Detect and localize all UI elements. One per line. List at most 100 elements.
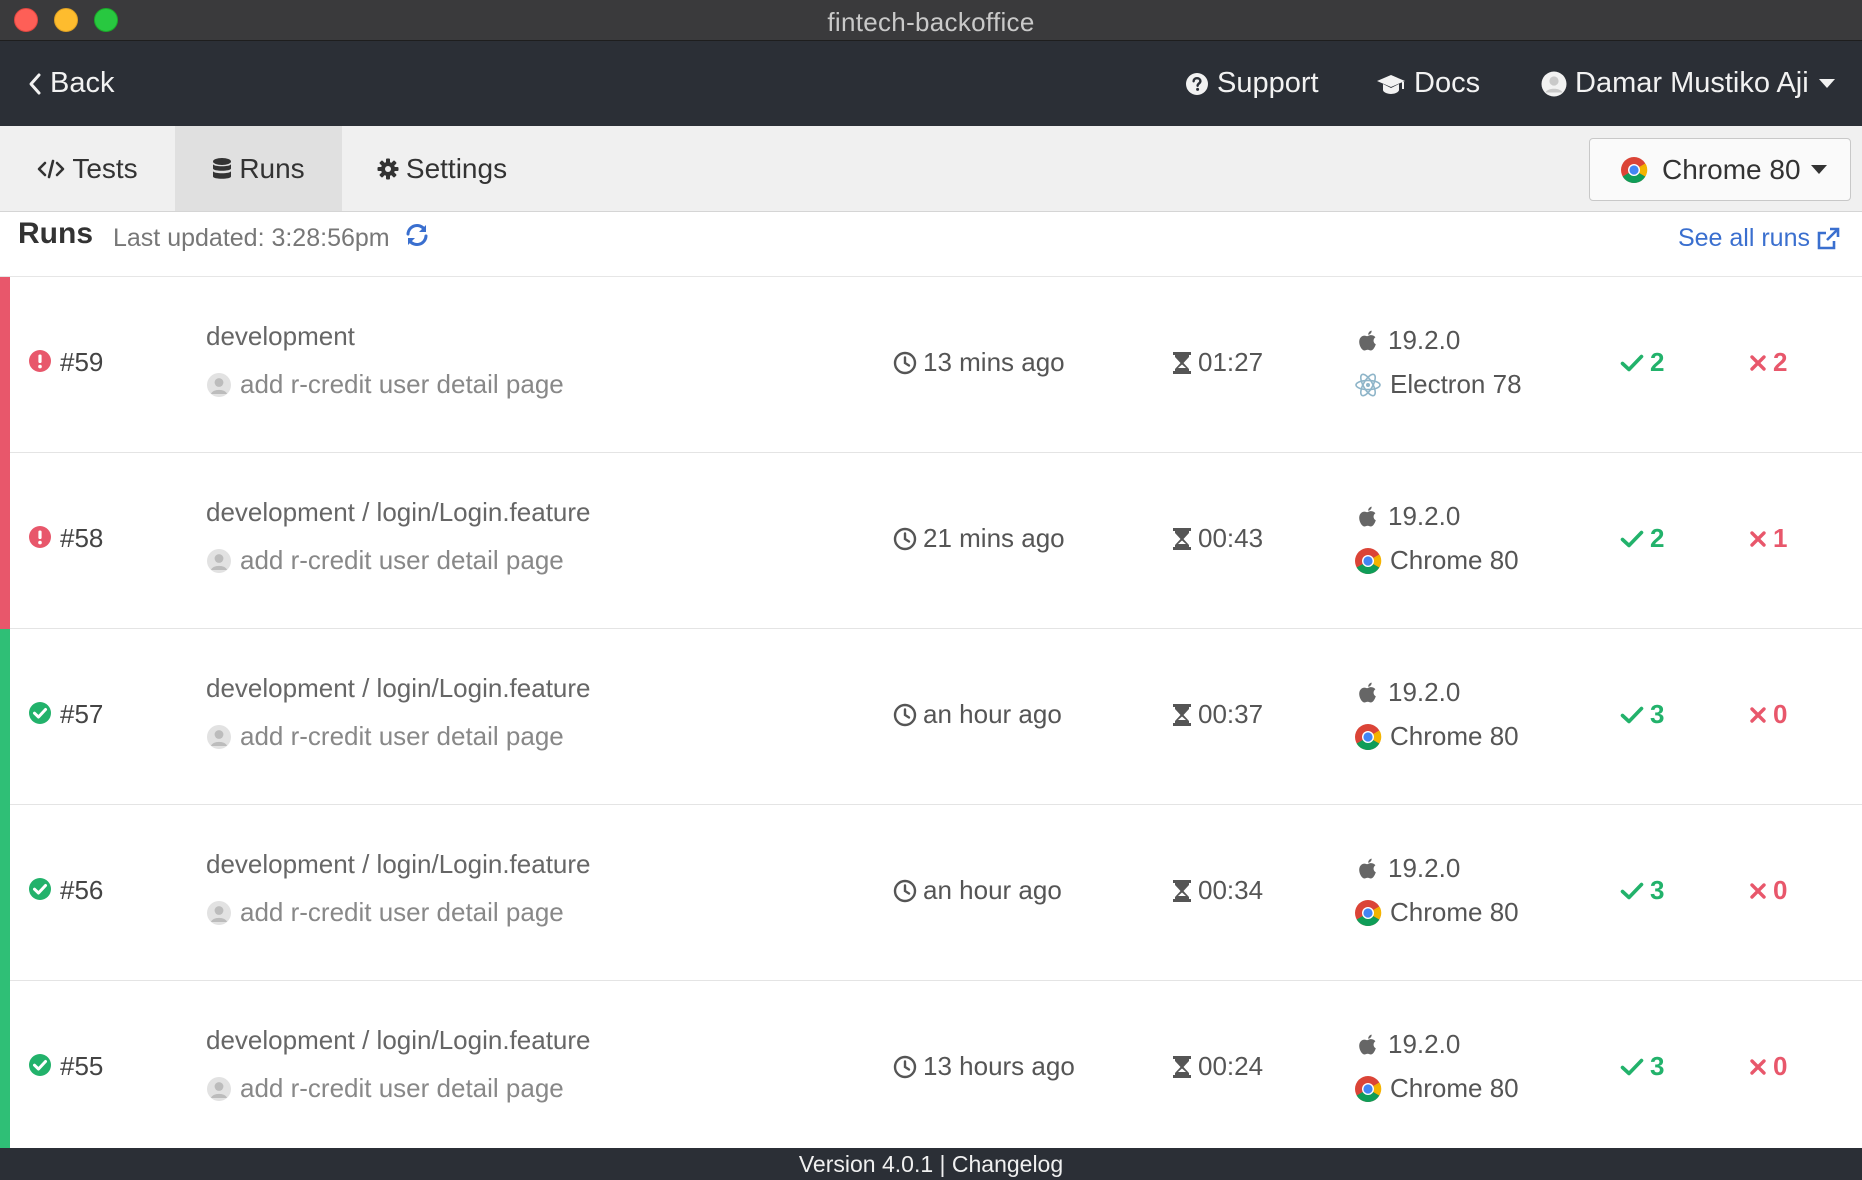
- graduation-cap-icon: [1377, 74, 1405, 94]
- apple-icon: [1359, 330, 1376, 350]
- tab-settings[interactable]: Settings: [342, 126, 542, 211]
- status-badge: [28, 1053, 52, 1082]
- see-all-runs-link[interactable]: See all runs: [1678, 224, 1840, 253]
- external-link-icon: [1817, 227, 1840, 249]
- failed-count-value: 0: [1773, 875, 1788, 905]
- run-time-ago: an hour ago: [893, 699, 1062, 730]
- time-ago-text: 13 mins ago: [923, 347, 1065, 377]
- run-number: #55: [60, 1051, 104, 1081]
- run-os: 19.2.0: [1358, 1029, 1460, 1060]
- failed-count: 1: [1749, 523, 1787, 554]
- page-title: Runs: [18, 217, 93, 250]
- run-number: #57: [60, 699, 104, 729]
- check-icon: [1620, 882, 1644, 899]
- back-button[interactable]: Back: [28, 41, 114, 126]
- run-browser: Chrome 80: [1354, 1073, 1519, 1104]
- status-badge: [28, 525, 52, 554]
- browser-select[interactable]: Chrome 80: [1589, 138, 1851, 201]
- x-icon: [1750, 1058, 1766, 1075]
- run-browser: Chrome 80: [1354, 897, 1519, 928]
- apple-icon: [1359, 506, 1376, 526]
- run-commit: add r-credit user detail page: [206, 369, 564, 400]
- duration-text: 00:24: [1198, 1051, 1264, 1081]
- user-menu[interactable]: Damar Mustiko Aji: [1541, 41, 1843, 126]
- commit-message: add r-credit user detail page: [240, 369, 564, 399]
- browser-select-label: Chrome 80: [1662, 153, 1801, 185]
- run-time-ago: 13 mins ago: [893, 347, 1065, 378]
- run-commit: add r-credit user detail page: [206, 1073, 564, 1104]
- run-branch: development / login/Login.feature: [206, 497, 591, 527]
- run-row[interactable]: #57 development / login/Login.feature add …: [0, 629, 1862, 805]
- avatar-icon: [207, 1076, 231, 1101]
- tab-tests[interactable]: Tests: [0, 126, 175, 211]
- check-circle-icon: [29, 1054, 51, 1076]
- run-time-ago: 13 hours ago: [893, 1051, 1075, 1082]
- tab-runs[interactable]: Runs: [175, 126, 342, 211]
- x-icon: [1750, 354, 1766, 371]
- question-circle-icon: [1186, 72, 1208, 95]
- duration-text: 00:43: [1198, 523, 1264, 553]
- commit-message: add r-credit user detail page: [240, 897, 564, 927]
- os-version: 19.2.0: [1388, 853, 1461, 883]
- last-updated-text: Last updated: 3:28:56pm: [113, 224, 390, 252]
- clock-icon: [893, 527, 917, 550]
- chrome-icon: [1355, 1075, 1382, 1102]
- failed-count: 2: [1749, 347, 1787, 378]
- run-browser: Chrome 80: [1354, 545, 1519, 576]
- version-changelog-text[interactable]: Version 4.0.1 | Changelog: [799, 1151, 1063, 1177]
- window-title: fintech-backoffice: [827, 7, 1035, 37]
- status-badge: [28, 877, 52, 906]
- failed-count-value: 0: [1773, 1051, 1788, 1081]
- failed-count-value: 0: [1773, 699, 1788, 729]
- chrome-icon: [1621, 156, 1648, 183]
- run-time-ago: 21 mins ago: [893, 523, 1065, 554]
- see-all-runs-label: See all runs: [1677, 224, 1810, 252]
- run-branch: development: [206, 321, 355, 351]
- run-row[interactable]: #56 development / login/Login.feature add …: [0, 805, 1862, 981]
- top-nav: Back Support Docs Damar Mustiko Aji: [0, 41, 1862, 126]
- clock-icon: [893, 703, 917, 726]
- duration-text: 01:27: [1198, 347, 1264, 377]
- x-icon: [1750, 530, 1766, 547]
- database-icon: [213, 157, 232, 179]
- run-number: #59: [60, 347, 104, 377]
- run-os: 19.2.0: [1358, 325, 1460, 356]
- run-browser: Chrome 80: [1354, 721, 1519, 752]
- run-duration: 00:37: [1172, 699, 1263, 730]
- browser-name: Chrome 80: [1390, 721, 1519, 751]
- refresh-icon[interactable]: [404, 222, 430, 248]
- run-row[interactable]: #58 development / login/Login.feature add …: [0, 453, 1862, 629]
- status-badge: [28, 349, 52, 378]
- run-row[interactable]: #59 development add r-credit user detail p…: [0, 277, 1862, 453]
- passed-count-value: 3: [1650, 1051, 1665, 1081]
- check-icon: [1620, 530, 1644, 547]
- run-number: #56: [60, 875, 104, 905]
- tab-settings-label: Settings: [405, 152, 508, 184]
- code-icon: [38, 159, 65, 178]
- failed-count: 0: [1749, 875, 1787, 906]
- apple-icon: [1359, 682, 1376, 702]
- browser-name: Chrome 80: [1390, 545, 1519, 575]
- time-ago-text: an hour ago: [923, 875, 1062, 905]
- run-commit: add r-credit user detail page: [206, 897, 564, 928]
- check-circle-icon: [29, 878, 51, 900]
- runs-header: Runs Last updated: 3:28:56pm See all run…: [0, 212, 1862, 277]
- docs-link[interactable]: Docs: [1376, 41, 1480, 126]
- passed-count: 2: [1620, 523, 1664, 554]
- x-icon: [1750, 882, 1766, 899]
- support-link[interactable]: Support: [1185, 41, 1319, 126]
- hourglass-icon: [1173, 351, 1191, 374]
- status-badge: [28, 701, 52, 730]
- check-icon: [1620, 1058, 1644, 1075]
- avatar-icon: [207, 724, 231, 749]
- exclamation-circle-icon: [29, 350, 51, 372]
- run-row[interactable]: #55 development / login/Login.feature add …: [0, 981, 1862, 1157]
- avatar-icon: [207, 900, 231, 925]
- run-os: 19.2.0: [1358, 677, 1460, 708]
- time-ago-text: an hour ago: [923, 699, 1062, 729]
- run-branch: development / login/Login.feature: [206, 673, 591, 703]
- status-bar: [0, 981, 10, 1157]
- run-os: 19.2.0: [1358, 501, 1460, 532]
- chrome-icon: [1355, 547, 1382, 574]
- hourglass-icon: [1173, 879, 1191, 902]
